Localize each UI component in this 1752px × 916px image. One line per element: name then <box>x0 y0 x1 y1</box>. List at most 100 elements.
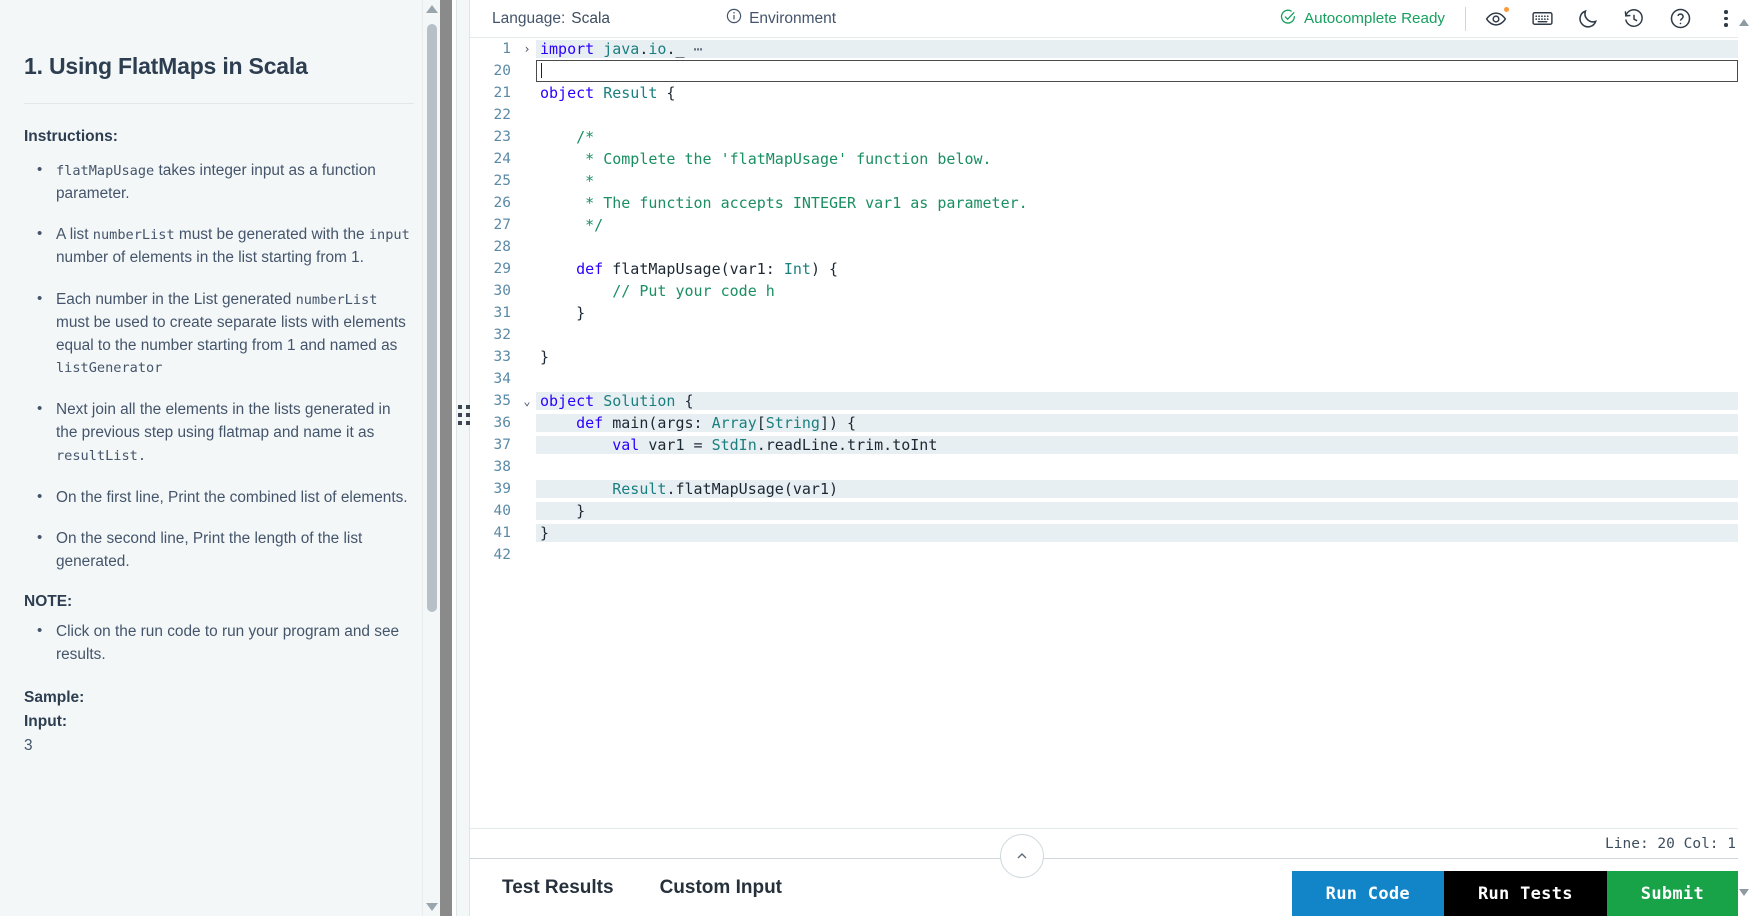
code-line[interactable]: 27 */ <box>470 214 1738 236</box>
code-text: } <box>536 304 1738 322</box>
code-line[interactable]: 38 <box>470 456 1738 478</box>
chevron-down-icon[interactable]: ⌄ <box>518 394 536 408</box>
line-number: 34 <box>493 371 511 387</box>
code-line[interactable]: 32 <box>470 324 1738 346</box>
code-token: var1 = <box>639 436 712 454</box>
inline-code: flatMapUsage <box>56 162 155 179</box>
code-line[interactable]: 39 Result.flatMapUsage(var1) <box>470 478 1738 500</box>
help-circle-icon[interactable] <box>1668 7 1692 31</box>
page-scroll-up-icon[interactable] <box>1739 2 1749 26</box>
code-token: * <box>540 172 595 190</box>
code-line[interactable]: 36 def main(args: Array[String]) { <box>470 412 1738 434</box>
more-options-icon[interactable] <box>1714 10 1738 27</box>
code-text: */ <box>536 216 1738 234</box>
line-number: 42 <box>493 547 511 563</box>
code-line[interactable]: 29 def flatMapUsage(var1: Int) { <box>470 258 1738 280</box>
note-heading: NOTE: <box>24 592 73 610</box>
notes-list: Click on the run code to run your progra… <box>24 620 414 667</box>
code-line[interactable]: 41} <box>470 522 1738 544</box>
list-item: Click on the run code to run your progra… <box>24 620 414 667</box>
code-token: object <box>540 84 595 102</box>
language-value: Scala <box>571 9 611 27</box>
run-tests-button[interactable]: Run Tests <box>1443 871 1607 916</box>
panel-splitter[interactable] <box>440 0 470 916</box>
line-number: 40 <box>493 503 511 519</box>
line-number: 37 <box>493 437 511 453</box>
code-editor-lines[interactable]: 1 › import java.io._ ⋯ 20 21 object Result {2… <box>470 38 1738 828</box>
code-token: Result <box>612 480 667 498</box>
code-text: * Complete the 'flatMapUsage' function b… <box>536 150 1738 168</box>
submit-button[interactable]: Submit <box>1606 871 1738 916</box>
page-scroll-down-icon[interactable] <box>1739 889 1749 914</box>
text-run: Next join all the elements in the lists … <box>56 401 391 441</box>
code-token: * The function accepts INTEGER var1 as p… <box>540 194 1028 212</box>
code-line[interactable]: 25 * <box>470 170 1738 192</box>
code-line[interactable]: 40 } <box>470 500 1738 522</box>
scroll-up-arrow-icon[interactable] <box>423 0 440 18</box>
code-text: } <box>536 524 1738 542</box>
code-line[interactable]: 42 <box>470 544 1738 566</box>
code-text: Result.flatMapUsage(var1) <box>536 480 1738 498</box>
code-line[interactable]: 33} <box>470 346 1738 368</box>
code-line[interactable]: 28 <box>470 236 1738 258</box>
code-token: { <box>657 84 676 102</box>
code-line[interactable]: 24 * Complete the 'flatMapUsage' functio… <box>470 148 1738 170</box>
code-line[interactable]: 1 › import java.io._ ⋯ <box>470 38 1738 60</box>
code-line[interactable]: 31 } <box>470 302 1738 324</box>
scroll-down-arrow-icon[interactable] <box>423 898 440 916</box>
text-run: On the second line, Print the length of … <box>56 530 363 571</box>
code-line[interactable]: 21 object Result { <box>470 82 1738 104</box>
inline-code: input <box>368 227 410 244</box>
run-code-button[interactable]: Run Code <box>1291 871 1444 916</box>
language-label: Language: <box>492 9 566 27</box>
eye-icon[interactable] <box>1484 6 1509 31</box>
code-line[interactable]: 20 <box>470 60 1738 82</box>
code-editor[interactable]: 1 › import java.io._ ⋯ 20 21 object Result {2… <box>470 38 1752 828</box>
line-number: 33 <box>493 349 511 365</box>
line-number: 21 <box>493 85 511 101</box>
code-token: Array <box>711 414 757 432</box>
page-scrollbar[interactable] <box>1738 0 1752 916</box>
tab-custom-input[interactable]: Custom Input <box>660 877 782 899</box>
input-value: 3 <box>24 736 33 754</box>
list-item: A list numberList must be generated with… <box>24 223 414 270</box>
code-line[interactable]: 23 /* <box>470 126 1738 148</box>
results-tabs: Test Results Custom Input <box>470 877 782 899</box>
chevron-right-icon[interactable]: › <box>518 42 536 56</box>
tab-test-results[interactable]: Test Results <box>502 877 614 899</box>
code-line[interactable]: 30 // Put your code h <box>470 280 1738 302</box>
splitter-drag-handle[interactable] <box>458 405 470 425</box>
code-line[interactable]: 34 <box>470 368 1738 390</box>
code-line[interactable]: 22 <box>470 104 1738 126</box>
code-text: def flatMapUsage(var1: Int) { <box>536 260 1738 278</box>
text-run: On the first line, Print the combined li… <box>56 488 408 506</box>
code-text: } <box>536 502 1738 520</box>
keyboard-icon[interactable] <box>1530 7 1554 31</box>
code-token: def <box>576 414 604 432</box>
list-item: On the second line, Print the length of … <box>24 527 414 574</box>
environment-button[interactable]: Environment <box>726 8 836 29</box>
moon-icon[interactable] <box>1576 7 1600 31</box>
toolbar-divider <box>1465 6 1466 31</box>
code-token: def <box>576 260 604 278</box>
code-token: { <box>675 392 694 410</box>
chevron-up-icon[interactable] <box>1000 834 1044 878</box>
code-line[interactable]: 37 val var1 = StdIn.readLine.trim.toInt <box>470 434 1738 456</box>
language-selector[interactable]: Language: Scala <box>492 10 610 28</box>
code-line[interactable]: 26 * The function accepts INTEGER var1 a… <box>470 192 1738 214</box>
text-run: must be generated with the <box>174 226 369 244</box>
line-number: 24 <box>493 151 511 167</box>
code-token: String <box>765 414 820 432</box>
code-line[interactable]: 35 ⌄ object Solution { <box>470 390 1738 412</box>
history-icon[interactable] <box>1622 7 1646 31</box>
code-token: .flatMapUsage(var1) <box>666 480 839 498</box>
problem-panel-scrollbar[interactable] <box>422 0 440 916</box>
inline-code: numberList <box>295 291 378 308</box>
autocomplete-label: Autocomplete Ready <box>1304 10 1445 27</box>
code-text: import java.io._ ⋯ <box>536 40 1738 58</box>
scrollbar-thumb[interactable] <box>427 24 437 612</box>
